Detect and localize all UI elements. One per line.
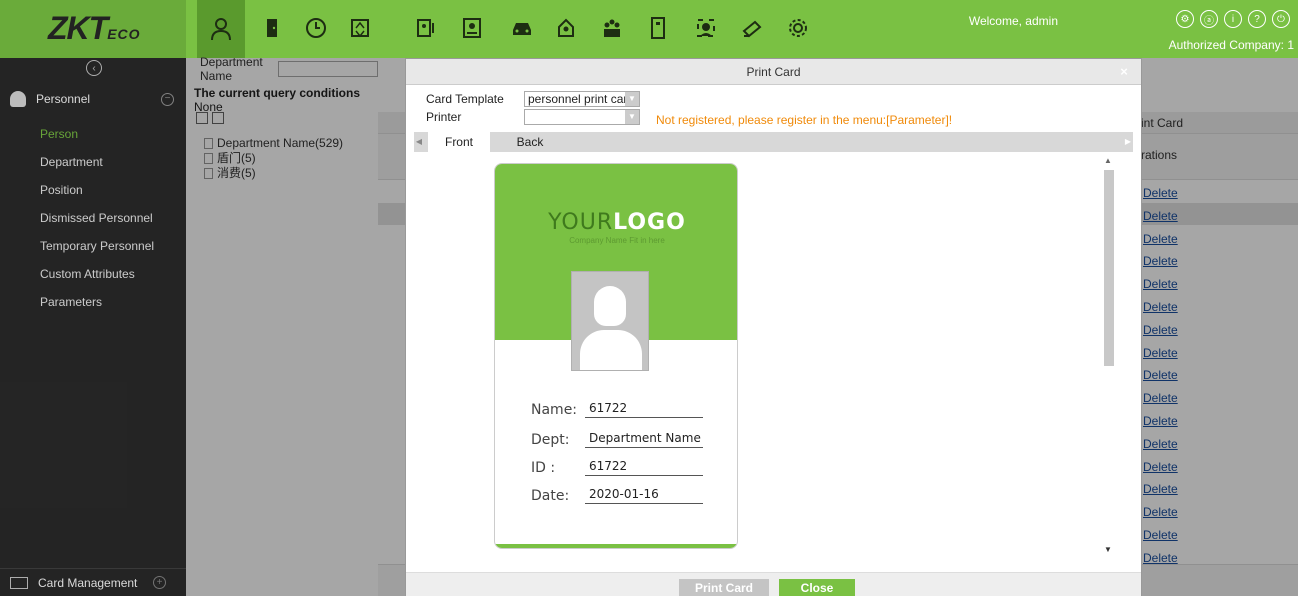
close-icon[interactable]: × (1117, 65, 1131, 79)
dialog-title: Print Card (406, 59, 1141, 85)
chevron-down-icon: ▼ (625, 110, 639, 124)
tab-strip: ◀ Front Back ▶ (414, 132, 1133, 152)
print-card-button[interactable]: Print Card (679, 579, 769, 596)
card-template-label: Card Template (426, 92, 504, 106)
scrollbar-thumb[interactable] (1104, 170, 1114, 366)
printer-label: Printer (426, 110, 462, 124)
avatar-placeholder-icon (571, 271, 649, 371)
scroll-up-icon[interactable]: ▲ (1104, 156, 1112, 165)
card-field-date: Date: 2020-01-16 (531, 486, 703, 504)
visitor-icon[interactable] (412, 14, 440, 42)
car-icon[interactable] (508, 14, 536, 42)
elevator-icon[interactable] (346, 14, 374, 42)
id-card: YOURLOGO Company Name Fit in here Name: 6… (494, 163, 738, 549)
card-template-row: Card Template personnel print car ▼ (426, 91, 640, 107)
top-bar: ZKTECO Welcome, admin ⚙ ⓐ i ? ⏻ Authoriz… (0, 0, 1298, 58)
tab-scroll-right-icon[interactable]: ▶ (1123, 132, 1133, 152)
printer-warning: Not registered, please register in the m… (656, 113, 953, 127)
tab-front[interactable]: Front (428, 132, 490, 152)
dialog-footer: Print Card Close (406, 572, 1141, 596)
authorized-company: Authorized Company: 1 (1168, 38, 1294, 52)
patrol-icon[interactable] (552, 14, 580, 42)
printer-row: Printer ▼ (426, 109, 640, 125)
user-profile-icon[interactable]: ⓐ (1200, 10, 1218, 28)
info-icon[interactable]: i (1224, 10, 1242, 28)
tab-scroll-left-icon[interactable]: ◀ (414, 132, 424, 152)
card-field-name: Name: 61722 (531, 400, 703, 418)
help-icon[interactable]: ? (1248, 10, 1266, 28)
meeting-icon[interactable] (598, 14, 626, 42)
tab-back[interactable]: Back (500, 132, 560, 152)
card-template-select[interactable]: personnel print car ▼ (524, 91, 640, 107)
close-button[interactable]: Close (779, 579, 855, 596)
overlay-sidebar (0, 58, 186, 596)
settings-icon[interactable]: ⚙ (1176, 10, 1194, 28)
clock-icon[interactable] (302, 14, 330, 42)
welcome-text: Welcome, admin (968, 14, 1058, 28)
logo-area: ZKTECO (0, 0, 186, 58)
door-icon[interactable] (258, 14, 286, 42)
id-card-icon[interactable] (458, 14, 486, 42)
personnel-module-icon[interactable] (197, 0, 245, 58)
card-logo-subtitle: Company Name Fit in here (569, 236, 665, 245)
card-bottom-band (495, 544, 737, 548)
card-field-id: ID :61722 (531, 458, 703, 476)
app-logo: ZKTECO (48, 10, 141, 46)
system-settings-icon[interactable] (784, 14, 812, 42)
locker-icon[interactable] (644, 14, 672, 42)
preview-scrollbar[interactable]: ▲ ▼ (1101, 152, 1117, 558)
video-icon[interactable] (738, 14, 766, 42)
print-card-dialog: Print Card × Card Template personnel pri… (405, 58, 1142, 596)
card-field-dept: Dept: Department Name (531, 430, 703, 448)
scroll-down-icon[interactable]: ▼ (1104, 545, 1112, 554)
card-logo: YOURLOGO (548, 210, 686, 235)
power-icon[interactable]: ⏻ (1272, 10, 1290, 28)
top-right-icons: ⚙ ⓐ i ? ⏻ (1176, 10, 1290, 28)
face-icon[interactable] (692, 14, 720, 42)
printer-select[interactable]: ▼ (524, 109, 640, 125)
card-preview: YOURLOGO Company Name Fit in here Name: 6… (414, 152, 1133, 572)
chevron-down-icon: ▼ (625, 92, 639, 106)
